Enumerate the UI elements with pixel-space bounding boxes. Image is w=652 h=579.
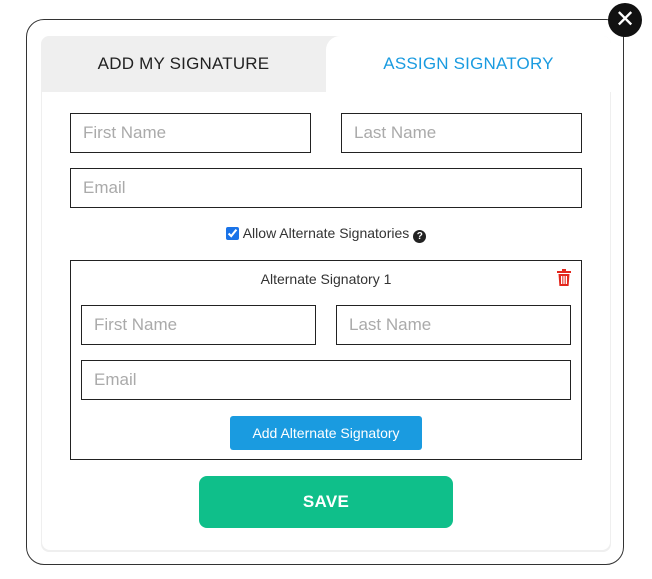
dialog-panel: ADD MY SIGNATURE ASSIGN SIGNATORY Allow … [41,36,611,552]
assign-signatory-form: Allow Alternate Signatories? Alternate S… [42,92,610,550]
last-name-input[interactable] [341,113,582,153]
allow-alternate-checkbox[interactable] [225,227,239,240]
allow-alternate-row: Allow Alternate Signatories? [42,225,610,245]
tab-add-my-signature[interactable]: ADD MY SIGNATURE [41,36,326,92]
alternate-email-input[interactable] [81,360,571,400]
question-circle-icon[interactable]: ? [413,230,427,243]
alternate-last-name-input[interactable] [336,305,571,345]
alternate-signatory-title: Alternate Signatory 1 [260,271,392,287]
allow-alternate-label: Allow Alternate Signatories [242,225,410,241]
first-name-input[interactable] [70,113,311,153]
trash-icon[interactable] [556,269,572,287]
alternate-signatory-box: Alternate Signatory 1 Add Alternate Sign… [70,260,582,460]
tab-assign-signatory[interactable]: ASSIGN SIGNATORY [326,36,611,92]
add-alternate-signatory-button[interactable]: Add Alternate Signatory [230,416,422,450]
close-icon[interactable]: ✕ [608,3,642,37]
alternate-first-name-input[interactable] [81,305,316,345]
save-button[interactable]: SAVE [199,476,453,528]
email-input[interactable] [70,168,582,208]
assign-signatory-dialog: ADD MY SIGNATURE ASSIGN SIGNATORY Allow … [26,19,624,565]
